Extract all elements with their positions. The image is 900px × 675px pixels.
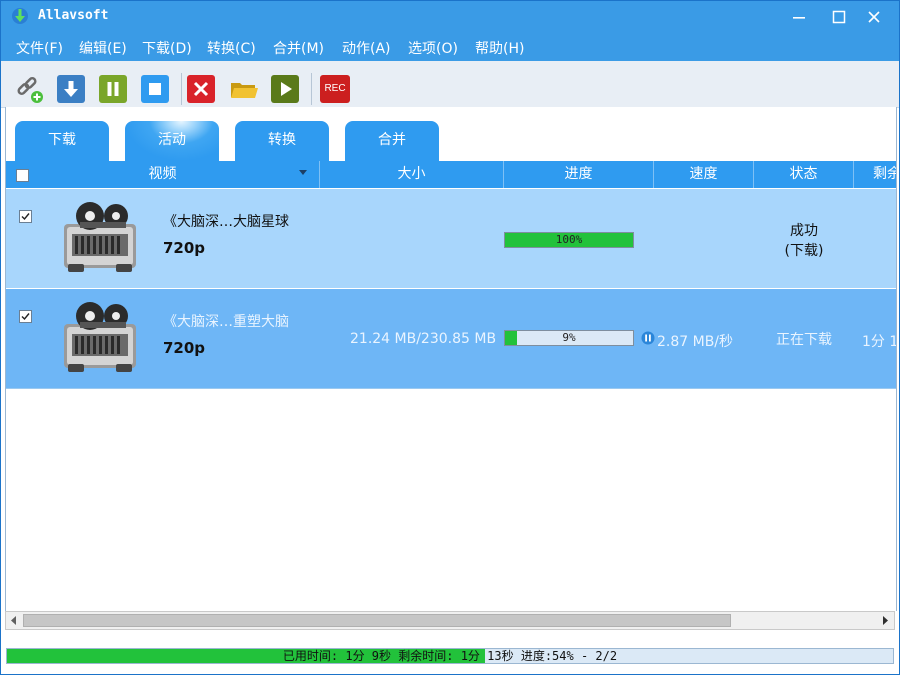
column-header-progress[interactable]: 进度 bbox=[504, 161, 654, 188]
table-row[interactable]: 《大脑深…重塑大脑 720p 21.24 MB/230.85 MB 9% 2.8… bbox=[6, 289, 896, 389]
download-list: 视频 大小 进度 速度 状态 剩余 《大脑深…大脑星球 720p bbox=[5, 161, 897, 611]
list-header: 视频 大小 进度 速度 状态 剩余 bbox=[6, 161, 896, 188]
menu-edit[interactable]: 编辑(E) bbox=[79, 38, 127, 58]
play-button[interactable] bbox=[271, 75, 299, 103]
sort-arrow-icon bbox=[299, 170, 307, 175]
status-detail: (下载) bbox=[784, 243, 824, 259]
file-size: 21.24 MB/230.85 MB bbox=[350, 331, 497, 347]
scrollbar-thumb[interactable] bbox=[23, 614, 731, 627]
toolbar: REC bbox=[1, 61, 899, 108]
menu-convert[interactable]: 转换(C) bbox=[207, 38, 256, 58]
video-thumbnail-icon bbox=[64, 302, 136, 372]
maximize-icon bbox=[832, 10, 846, 24]
row-status: 成功 (下载) bbox=[754, 221, 854, 261]
tab-merge[interactable]: 合并 bbox=[345, 121, 439, 161]
toolbar-separator bbox=[311, 73, 312, 105]
overall-progress-bar: 已用时间: 1分 9秒 剩余时间: 1分 13秒 进度:54% - 2/2 bbox=[6, 648, 894, 664]
progress-label: 100% bbox=[555, 233, 583, 246]
stop-button[interactable] bbox=[141, 75, 169, 103]
delete-button[interactable] bbox=[187, 75, 215, 103]
tab-active[interactable]: 活动 bbox=[125, 121, 219, 161]
pause-download-icon[interactable] bbox=[641, 331, 655, 345]
record-icon: REC bbox=[324, 83, 346, 94]
delete-icon bbox=[193, 81, 209, 97]
overall-status-text: 已用时间: 1分 9秒 剩余时间: 1分 13秒 进度:54% - 2/2 bbox=[282, 649, 618, 663]
maximize-button[interactable] bbox=[819, 1, 859, 32]
row-progress-bar: 100% bbox=[504, 232, 634, 248]
column-header-remaining[interactable]: 剩余 bbox=[854, 161, 896, 188]
stop-icon bbox=[149, 83, 161, 95]
video-quality: 720p bbox=[163, 239, 206, 257]
menu-help[interactable]: 帮助(H) bbox=[475, 38, 524, 58]
video-title: 《大脑深…重塑大脑 bbox=[163, 314, 289, 330]
close-window-button[interactable] bbox=[854, 1, 894, 32]
column-header-video[interactable]: 视频 bbox=[6, 161, 320, 188]
menu-download[interactable]: 下载(D) bbox=[142, 38, 192, 58]
open-folder-icon bbox=[231, 83, 258, 98]
app-logo-icon bbox=[12, 8, 28, 24]
menu-merge[interactable]: 合并(M) bbox=[273, 38, 324, 58]
close-icon bbox=[868, 11, 880, 23]
video-thumbnail-icon bbox=[64, 202, 136, 272]
row-checkbox[interactable] bbox=[19, 210, 32, 223]
play-icon bbox=[281, 82, 292, 96]
time-remaining: 1分 1 bbox=[862, 334, 897, 350]
open-folder-button[interactable] bbox=[229, 75, 258, 103]
video-quality: 720p bbox=[163, 339, 206, 357]
window-title: Allavsoft bbox=[38, 8, 109, 23]
record-button[interactable]: REC bbox=[320, 75, 350, 103]
title-bar[interactable]: Allavsoft bbox=[1, 1, 899, 32]
row-checkbox[interactable] bbox=[19, 310, 32, 323]
status-bar: 已用时间: 1分 9秒 剩余时间: 1分 13秒 进度:54% - 2/2 bbox=[1, 631, 899, 674]
download-button[interactable] bbox=[57, 75, 85, 103]
pause-button[interactable] bbox=[99, 75, 127, 103]
column-header-size[interactable]: 大小 bbox=[320, 161, 504, 188]
tab-download[interactable]: 下载 bbox=[15, 121, 109, 161]
toolbar-separator bbox=[181, 73, 182, 105]
pause-icon bbox=[107, 82, 119, 96]
app-window: Allavsoft 文件(F) 编辑(E) 下载(D) 转换(C) 合并(M) … bbox=[0, 0, 900, 675]
scroll-right-icon[interactable] bbox=[878, 612, 892, 629]
row-progress-bar: 9% bbox=[504, 330, 634, 346]
menu-file[interactable]: 文件(F) bbox=[16, 38, 63, 58]
horizontal-scrollbar[interactable] bbox=[5, 611, 895, 630]
column-header-speed[interactable]: 速度 bbox=[654, 161, 754, 188]
menu-bar: 文件(F) 编辑(E) 下载(D) 转换(C) 合并(M) 动作(A) 选项(O… bbox=[1, 32, 899, 61]
add-url-button[interactable] bbox=[15, 75, 43, 103]
download-speed: 2.87 MB/秒 bbox=[657, 334, 734, 350]
tab-strip: 下载 活动 转换 合并 bbox=[5, 107, 897, 161]
menu-action[interactable]: 动作(A) bbox=[342, 38, 391, 58]
video-title: 《大脑深…大脑星球 bbox=[163, 214, 289, 230]
table-row[interactable]: 《大脑深…大脑星球 720p 100% 成功 (下载) bbox=[6, 189, 896, 288]
add-url-icon bbox=[17, 76, 43, 103]
status-text: 成功 bbox=[790, 223, 818, 239]
status-text: 正在下载 bbox=[776, 332, 832, 348]
tab-convert[interactable]: 转换 bbox=[235, 121, 329, 161]
column-header-status[interactable]: 状态 bbox=[754, 161, 854, 188]
row-status: 正在下载 bbox=[754, 330, 854, 350]
minimize-button[interactable] bbox=[779, 1, 819, 32]
minimize-icon bbox=[793, 17, 805, 19]
menu-options[interactable]: 选项(O) bbox=[408, 38, 458, 58]
download-icon bbox=[64, 81, 78, 97]
progress-label: 9% bbox=[562, 331, 576, 344]
scroll-left-icon[interactable] bbox=[7, 612, 21, 629]
